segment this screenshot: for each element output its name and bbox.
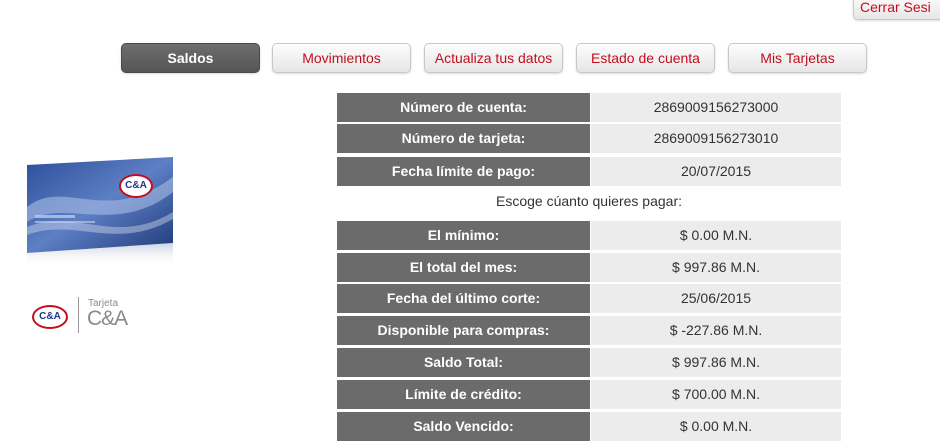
- payment-row-saldo-vencido: Saldo Vencido: $ 0.00 M.N.: [337, 412, 841, 441]
- tab-saldos[interactable]: Saldos: [121, 43, 260, 73]
- card-logo: C&A: [119, 174, 153, 198]
- payment-label: Límite de crédito:: [337, 380, 590, 409]
- payment-row-saldo-total: Saldo Total: $ 997.86 M.N.: [337, 348, 841, 377]
- info-row-tarjeta: Número de tarjeta: 2869009156273010: [337, 124, 841, 153]
- payment-label: Disponible para compras:: [337, 316, 590, 345]
- brand-logo: C&A Tarjeta C&A: [30, 297, 170, 337]
- info-row-fecha-limite: Fecha límite de pago: 20/07/2015: [337, 157, 841, 186]
- info-value: 2869009156273000: [591, 93, 841, 122]
- logout-button[interactable]: Cerrar Sesi: [853, 0, 940, 20]
- payment-value: $ 997.86 M.N.: [591, 348, 841, 377]
- brand-tagline-big: C&A: [87, 307, 128, 330]
- info-row-cuenta: Número de cuenta: 2869009156273000: [337, 93, 841, 122]
- payment-value: $ 0.00 M.N.: [591, 412, 841, 441]
- payment-label: El total del mes:: [337, 253, 590, 282]
- payment-value: $ 997.86 M.N.: [591, 253, 841, 282]
- payment-row-minimo: El mínimo: $ 0.00 M.N.: [337, 221, 841, 250]
- tab-estado-cuenta[interactable]: Estado de cuenta: [576, 43, 715, 73]
- payment-row-ultimo-corte: Fecha del último corte: 25/06/2015: [337, 284, 841, 313]
- payment-label: Saldo Vencido:: [337, 412, 590, 441]
- tab-mis-tarjetas[interactable]: Mis Tarjetas: [728, 43, 867, 73]
- payment-label: El mínimo:: [337, 221, 590, 250]
- payment-label: Saldo Total:: [337, 348, 590, 377]
- credit-card-image: C&A: [25, 157, 175, 267]
- info-label: Fecha límite de pago:: [337, 157, 590, 186]
- payment-value: $ -227.86 M.N.: [591, 316, 841, 345]
- payment-value: 25/06/2015: [591, 284, 841, 313]
- payment-row-disponible: Disponible para compras: $ -227.86 M.N.: [337, 316, 841, 345]
- info-value: 2869009156273010: [591, 124, 841, 153]
- info-label: Número de cuenta:: [337, 93, 590, 122]
- payment-row-limite-credito: Límite de crédito: $ 700.00 M.N.: [337, 380, 841, 409]
- logo-divider: [78, 297, 79, 333]
- logo-badge: C&A: [32, 305, 68, 329]
- tab-actualiza-datos[interactable]: Actualiza tus datos: [424, 43, 563, 73]
- payment-value: $ 700.00 M.N.: [591, 380, 841, 409]
- payment-row-total-mes: El total del mes: $ 997.86 M.N.: [337, 253, 841, 282]
- info-value: 20/07/2015: [591, 157, 841, 186]
- payment-value: $ 0.00 M.N.: [591, 221, 841, 250]
- info-label: Número de tarjeta:: [337, 124, 590, 153]
- tab-movimientos[interactable]: Movimientos: [272, 43, 411, 73]
- payment-label: Fecha del último corte:: [337, 284, 590, 313]
- choose-payment-text: Escoge cúanto quieres pagar:: [495, 193, 682, 209]
